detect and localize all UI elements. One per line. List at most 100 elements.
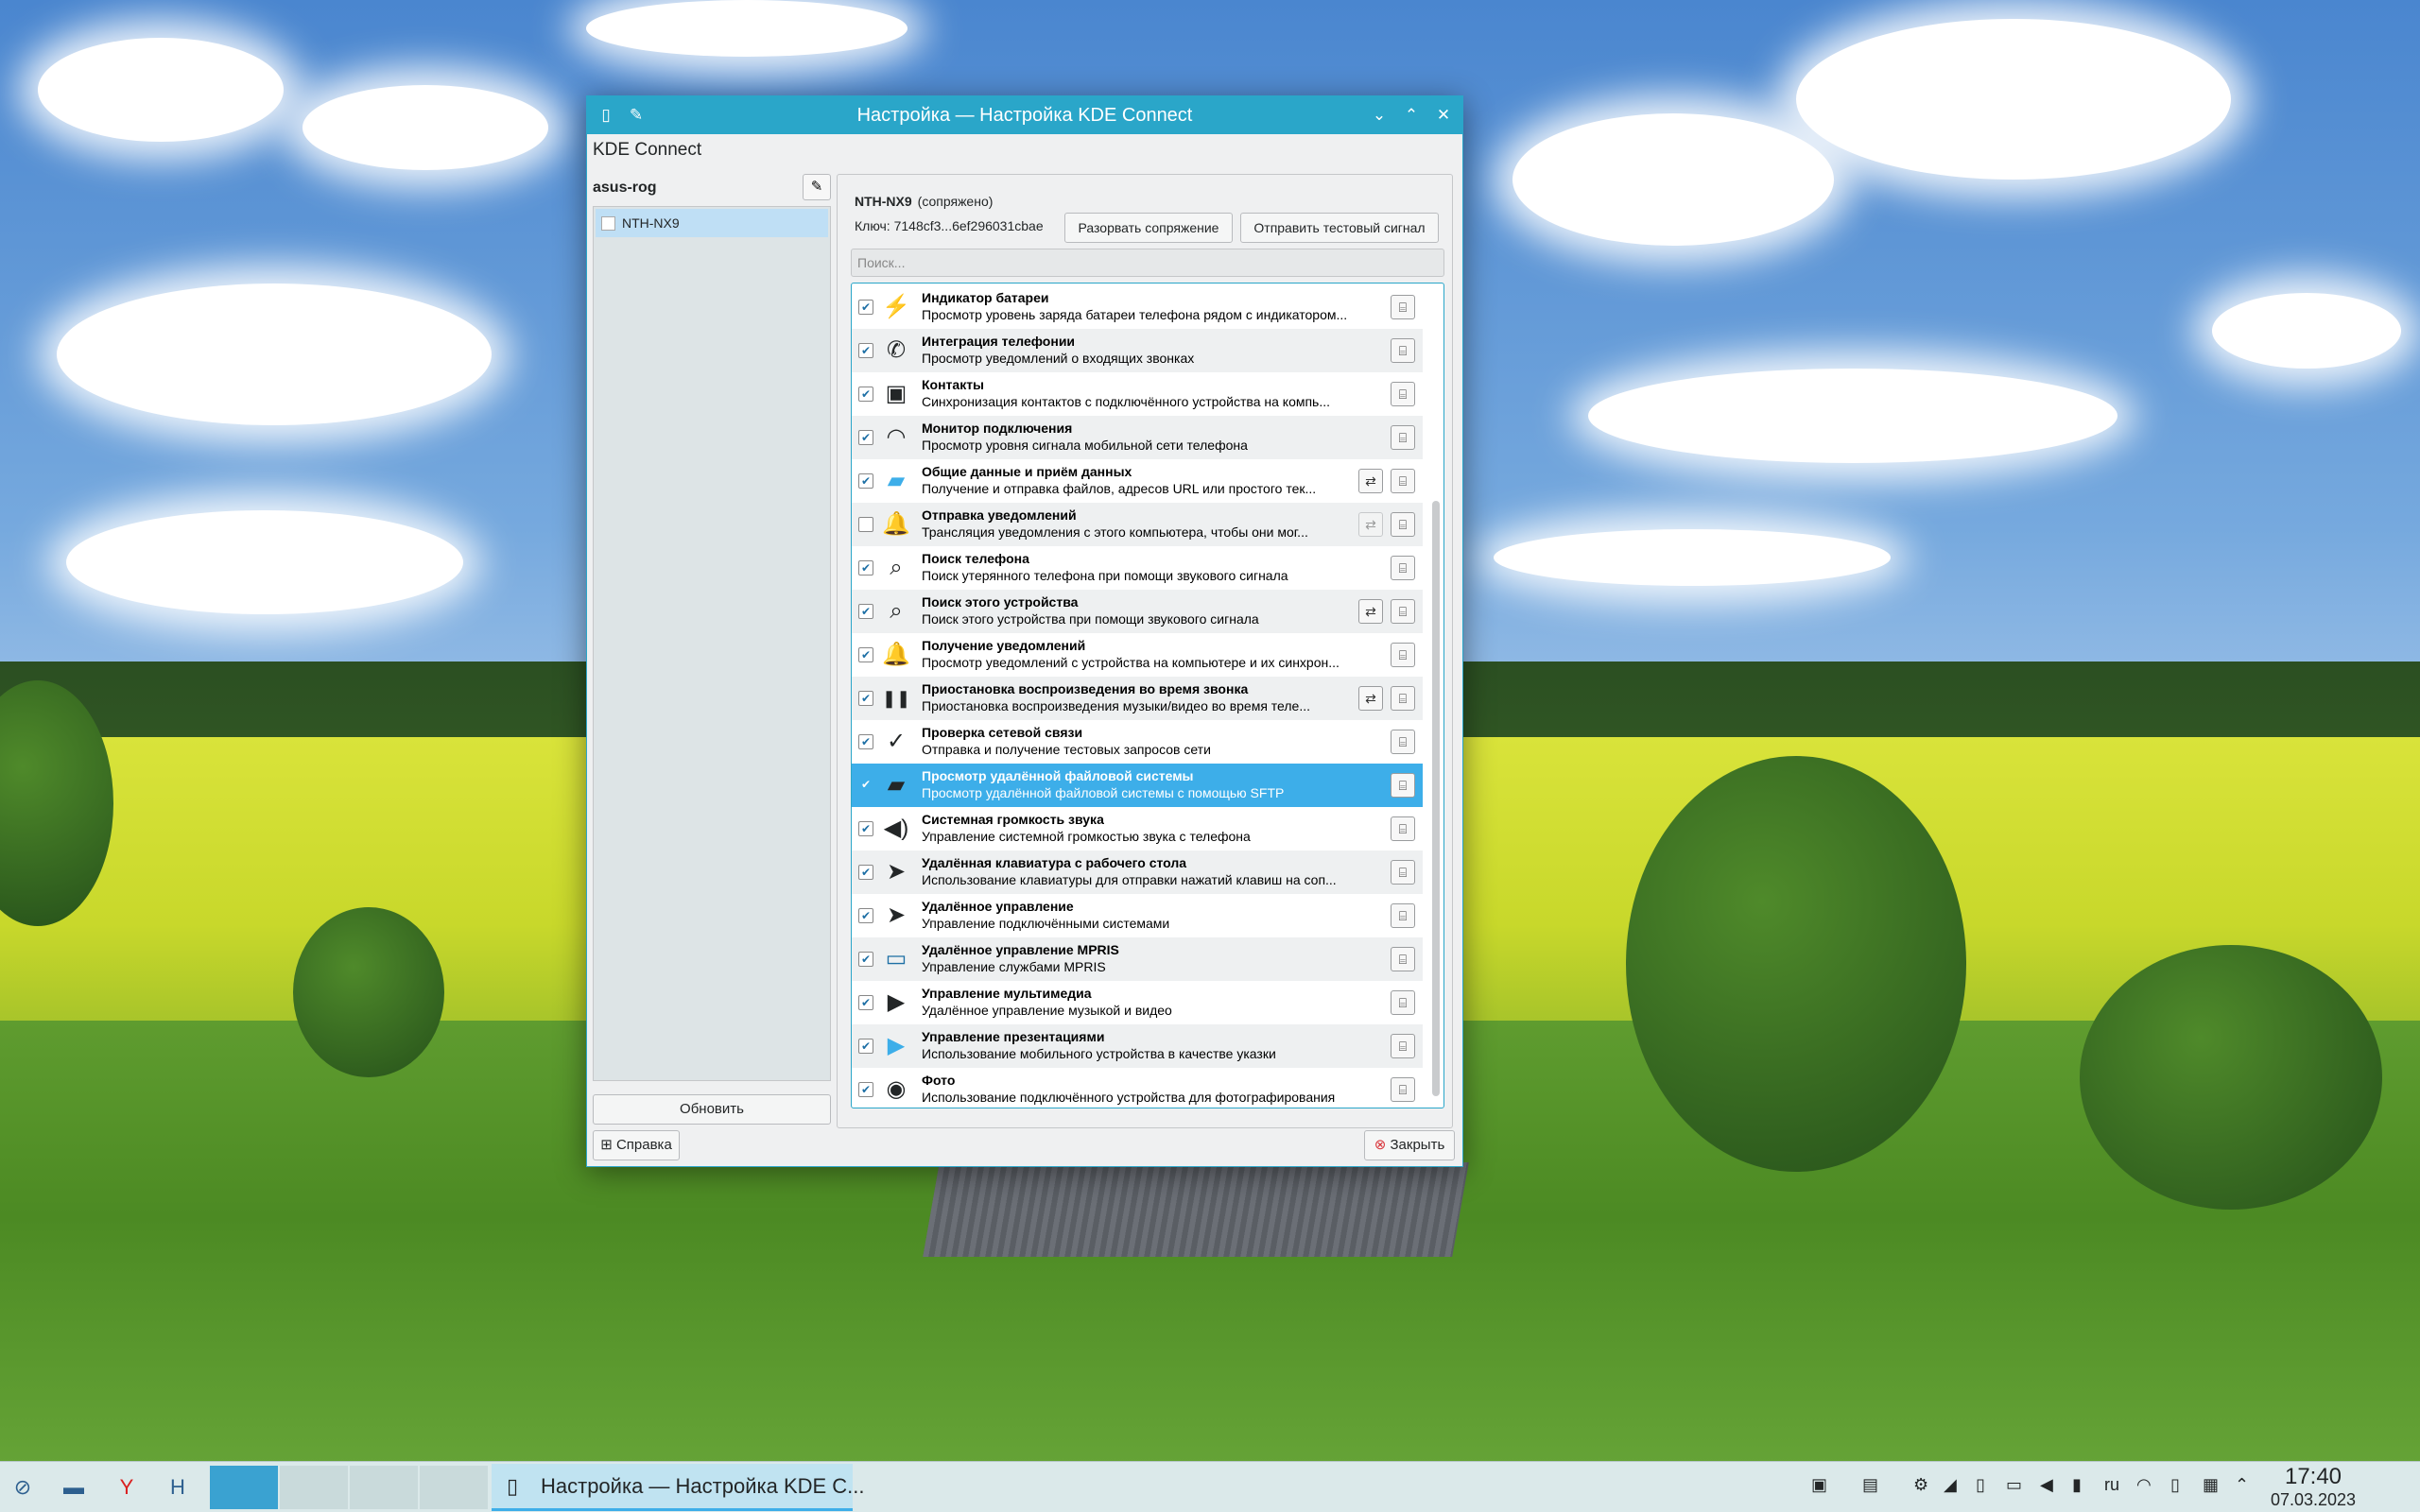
plugin-row[interactable]: ✔ ▶ Управление мультимедиа Удалённое управл… xyxy=(852,981,1423,1024)
plugin-checkbox[interactable]: ✔ xyxy=(858,560,873,576)
plugin-about-button[interactable]: ⌸ xyxy=(1391,1034,1415,1058)
usb-icon[interactable]: ▮ xyxy=(2072,1475,2082,1495)
plugin-checkbox[interactable]: ✔ xyxy=(858,1039,873,1054)
plugin-row[interactable]: ✔ ▶ Управление презентациями Использование … xyxy=(852,1024,1423,1068)
maximize-icon[interactable]: ⌃ xyxy=(1400,104,1423,127)
unpair-button[interactable]: Разорвать сопряжение xyxy=(1064,213,1233,243)
notes-icon[interactable]: ▯ xyxy=(1976,1475,1985,1495)
plugin-configure-button[interactable]: ⇄ xyxy=(1358,469,1383,493)
plugin-checkbox[interactable]: ✔ xyxy=(858,821,873,836)
plugin-about-button[interactable]: ⌸ xyxy=(1391,469,1415,493)
plugin-about-button[interactable]: ⌸ xyxy=(1391,295,1415,319)
plugin-checkbox[interactable]: ✔ xyxy=(858,473,873,489)
plugin-checkbox[interactable]: ✔ xyxy=(858,430,873,445)
yandex-browser-icon[interactable]: Y xyxy=(112,1473,142,1502)
plugin-about-button[interactable]: ⌸ xyxy=(1391,903,1415,928)
plugin-about-button[interactable]: ⌸ xyxy=(1391,338,1415,363)
plugin-checkbox[interactable]: ✔ xyxy=(858,647,873,662)
plugin-checkbox[interactable] xyxy=(858,517,873,532)
plugin-row[interactable]: ✔ ▰ Просмотр удалённой файловой системы Про… xyxy=(852,764,1423,807)
plugin-checkbox[interactable]: ✔ xyxy=(858,387,873,402)
plugin-about-button[interactable]: ⌸ xyxy=(1391,599,1415,624)
plugin-about-button[interactable]: ⌸ xyxy=(1391,816,1415,841)
plugin-about-button[interactable]: ⌸ xyxy=(1391,512,1415,537)
plugin-row[interactable]: ✔ ▭ Удалённое управление MPRIS Управление с… xyxy=(852,937,1423,981)
plugin-row[interactable]: ✔ ▰ Общие данные и приём данных Получение и… xyxy=(852,459,1423,503)
plugin-about-button[interactable]: ⌸ xyxy=(1391,1077,1415,1102)
cpu-icon[interactable]: ▦ xyxy=(2203,1475,2219,1495)
close-button[interactable]: ⊗ Закрыть xyxy=(1364,1130,1455,1160)
plugin-checkbox[interactable]: ✔ xyxy=(858,604,873,619)
device-checkbox[interactable] xyxy=(601,216,615,231)
virtual-desktop-3[interactable] xyxy=(350,1466,418,1509)
plugin-checkbox[interactable]: ✔ xyxy=(858,343,873,358)
plugin-about-button[interactable]: ⌸ xyxy=(1391,686,1415,711)
plugin-about-button[interactable]: ⌸ xyxy=(1391,382,1415,406)
app-launcher-icon[interactable]: ⊘ xyxy=(8,1473,38,1502)
plugin-list-scrollbar[interactable] xyxy=(1432,501,1440,1096)
taskbar-task-kde-connect[interactable]: ▯ Настройка — Настройка KDE C... xyxy=(492,1464,865,1511)
plugin-about-button[interactable]: ⌸ xyxy=(1391,425,1415,450)
device-item[interactable]: NTH-NX9 xyxy=(596,209,828,237)
plugin-checkbox[interactable]: ✔ xyxy=(858,1082,873,1097)
plugin-checkbox[interactable]: ✔ xyxy=(858,952,873,967)
network-icon[interactable]: ◠ xyxy=(2136,1475,2152,1495)
virtual-desktop-4[interactable] xyxy=(420,1466,488,1509)
rog-icon[interactable]: ◢ xyxy=(1944,1475,1957,1495)
plugin-configure-button[interactable]: ⇄ xyxy=(1358,512,1383,537)
battery-tray-icon[interactable]: ▭ xyxy=(2006,1475,2022,1495)
updates-icon[interactable]: ⚙ xyxy=(1913,1475,1928,1495)
plugin-row[interactable]: ✔ ⚡ Индикатор батареи Просмотр уровень заря… xyxy=(852,285,1423,329)
plugin-row[interactable]: ✔ ⌕ Поиск этого устройства Поиск этого устр… xyxy=(852,590,1423,633)
plugin-about-button[interactable]: ⌸ xyxy=(1391,556,1415,580)
plugin-checkbox[interactable]: ✔ xyxy=(858,865,873,880)
plugin-about-button[interactable]: ⌸ xyxy=(1391,990,1415,1015)
plugin-row[interactable]: ✔ ✓ Проверка сетевой связи Отправка и получ… xyxy=(852,720,1423,764)
expand-tray-icon[interactable]: ⌃ xyxy=(2235,1475,2249,1495)
plugin-row[interactable]: ✔ ◀) Системная громкость звука Управление с… xyxy=(852,807,1423,850)
rename-button[interactable]: ✎ xyxy=(803,174,831,200)
plugin-configure-button[interactable]: ⇄ xyxy=(1358,686,1383,711)
plugin-checkbox[interactable]: ✔ xyxy=(858,995,873,1010)
help-button[interactable]: ⊞ Справка xyxy=(593,1130,680,1160)
title-bar[interactable]: ▯ ✎ Настройка — Настройка KDE Connect ⌄ … xyxy=(587,96,1462,134)
plugin-row[interactable]: ✔ ⌕ Поиск телефона Поиск утерянного телефон… xyxy=(852,546,1423,590)
clipboard-icon[interactable]: ▤ xyxy=(1862,1475,1878,1495)
plugin-row[interactable]: ✔ ◠ Монитор подключения Просмотр уровня сиг… xyxy=(852,416,1423,459)
plugin-checkbox[interactable]: ✔ xyxy=(858,300,873,315)
plugin-about-button[interactable]: ⌸ xyxy=(1391,643,1415,667)
clock[interactable]: 17:40 07.03.2023 xyxy=(2261,1464,2365,1510)
minimize-icon[interactable]: ⌄ xyxy=(1368,104,1391,127)
plugin-about-button[interactable]: ⌸ xyxy=(1391,947,1415,971)
plugin-search-input[interactable]: Поиск... xyxy=(851,249,1444,277)
virtual-desktop-1[interactable] xyxy=(210,1466,278,1509)
plugin-description: Управление подключёнными системами xyxy=(922,916,1170,931)
virtual-desktop-2[interactable] xyxy=(280,1466,348,1509)
plugin-row[interactable]: ✔ ➤ Удалённая клавиатура с рабочего стола И… xyxy=(852,850,1423,894)
send-ping-button[interactable]: Отправить тестовый сигнал xyxy=(1240,213,1439,243)
plugin-checkbox[interactable]: ✔ xyxy=(858,691,873,706)
plugin-checkbox[interactable]: ✔ xyxy=(858,908,873,923)
plugin-row[interactable]: 🔔 Отправка уведомлений Трансляция уведомле… xyxy=(852,503,1423,546)
keyboard-layout[interactable]: ru xyxy=(2104,1475,2119,1495)
plugin-description: Просмотр уровень заряда батареи телефона… xyxy=(922,307,1348,322)
plugin-about-button[interactable]: ⌸ xyxy=(1391,860,1415,885)
plugin-checkbox[interactable]: ✔ xyxy=(858,734,873,749)
plugin-row[interactable]: ✔ ✆ Интеграция телефонии Просмотр уведомлен… xyxy=(852,329,1423,372)
plugin-about-button[interactable]: ⌸ xyxy=(1391,730,1415,754)
screen-icon[interactable]: ▣ xyxy=(1811,1475,1827,1495)
plugin-row[interactable]: ✔ 🔔 Получение уведомлений Просмотр уведомле… xyxy=(852,633,1423,677)
device-tray-icon[interactable]: ▯ xyxy=(2170,1475,2180,1495)
plugin-row[interactable]: ✔ ➤ Удалённое управление Управление подключ… xyxy=(852,894,1423,937)
plugin-configure-button[interactable]: ⇄ xyxy=(1358,599,1383,624)
plugin-row[interactable]: ✔ ❚❚ Приостановка воспроизведения во время… xyxy=(852,677,1423,720)
plugin-row[interactable]: ✔ ◉ Фото Использование подключённого устрой… xyxy=(852,1068,1423,1108)
close-window-icon[interactable]: ✕ xyxy=(1432,104,1455,127)
terminal-app-icon[interactable]: H xyxy=(163,1473,193,1502)
plugin-row[interactable]: ✔ ▣ Контакты Синхронизация контактов с подк… xyxy=(852,372,1423,416)
file-manager-icon[interactable]: ▬ xyxy=(59,1473,89,1502)
volume-icon[interactable]: ◀ xyxy=(2040,1475,2053,1495)
refresh-button[interactable]: Обновить xyxy=(593,1094,831,1125)
plugin-about-button[interactable]: ⌸ xyxy=(1391,773,1415,798)
plugin-checkbox[interactable]: ✔ xyxy=(858,778,873,793)
